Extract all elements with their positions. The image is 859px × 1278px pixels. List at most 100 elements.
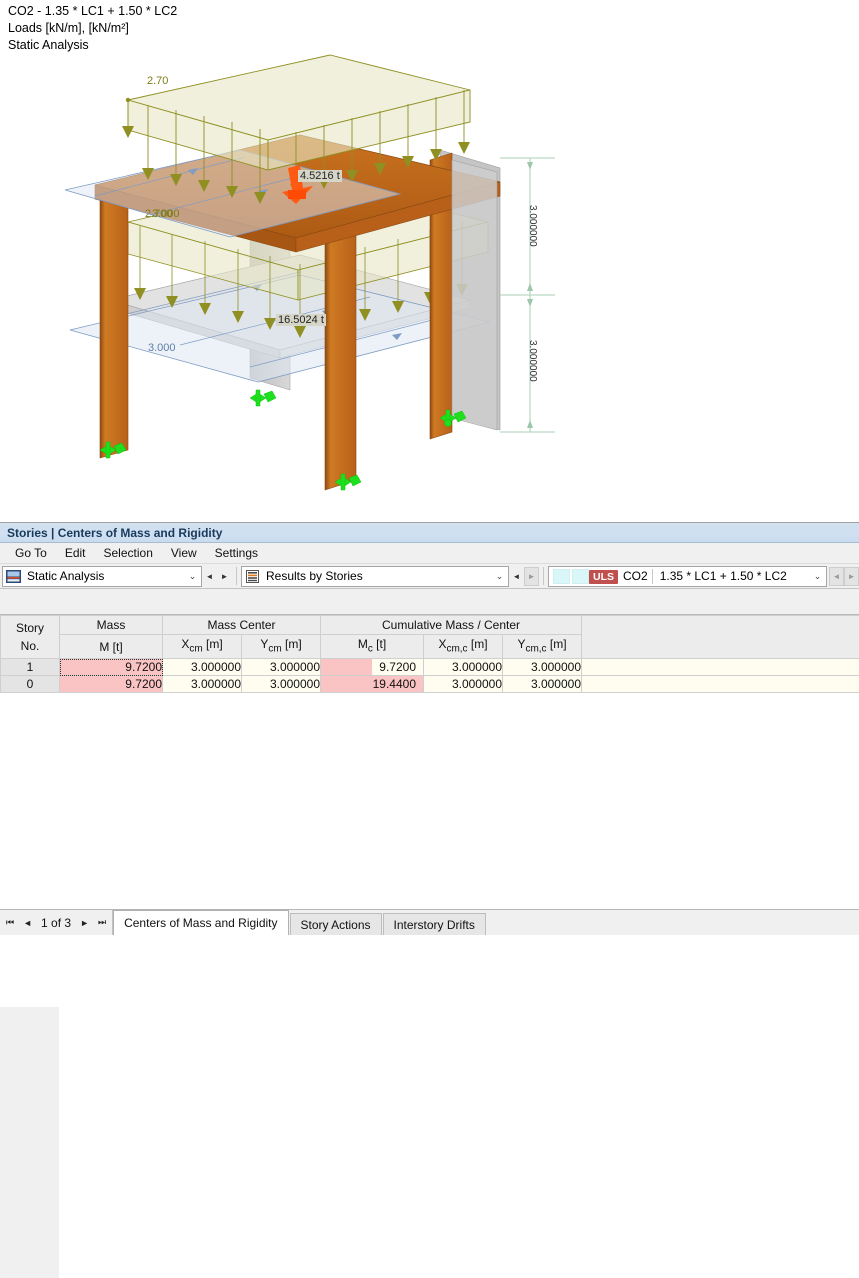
col-mc[interactable]: Mc [t] (321, 635, 424, 659)
cell-ycmc-r0[interactable]: 3.000000 (503, 676, 582, 693)
table-header: Story No. Mass Mass Center Cumulative Ma… (1, 616, 859, 659)
results-by-value: Results by Stories (262, 567, 491, 586)
load-case-swatches (549, 567, 589, 586)
next-record-button[interactable]: ► (80, 918, 89, 928)
col-story-line1: Story (1, 619, 59, 637)
cell-story-r1[interactable]: 1 (1, 659, 60, 676)
load-label-mid-2: 3.000 (152, 208, 180, 220)
results-table: Story No. Mass Mass Center Cumulative Ma… (0, 615, 859, 693)
col-xcm-unit: [m] (203, 637, 223, 651)
table-row[interactable]: 1 9.7200 3.000000 3.000000 9.7200 3.0000… (1, 659, 859, 676)
analysis-prev-button[interactable]: ◄ (202, 564, 217, 588)
case-prev-button[interactable]: ◄ (829, 567, 844, 586)
case-next-button[interactable]: ► (844, 567, 859, 586)
col-xcmc[interactable]: Xcm,c [m] (424, 635, 503, 659)
col-ycm-sub: cm (268, 643, 281, 654)
tab-story-actions[interactable]: Story Actions (290, 913, 382, 935)
col-xcm-sub: cm (189, 643, 202, 654)
chevron-down-icon-2[interactable]: ⌄ (491, 571, 508, 582)
col-spare[interactable] (582, 616, 859, 659)
cell-ycm-r1[interactable]: 3.000000 (242, 659, 321, 676)
results-panel: Stories | Centers of Mass and Rigidity G… (0, 522, 859, 935)
tab-interstory-drifts[interactable]: Interstory Drifts (383, 913, 486, 935)
first-record-button[interactable]: ⏮ (6, 917, 14, 928)
col-mc-sym: M (358, 637, 368, 651)
menu-item-view[interactable]: View (162, 544, 206, 563)
load-label-top: 2.70 (147, 75, 168, 87)
col-ycmc-sub: cm,c (525, 643, 546, 654)
panel-title: Stories | Centers of Mass and Rigidity (0, 523, 859, 543)
prev-record-button[interactable]: ◄ (23, 918, 32, 928)
toolbar-separator-2 (543, 567, 544, 585)
analysis-type-combo[interactable]: Static Analysis ⌄ (2, 566, 202, 587)
row-header-gutter (0, 1007, 59, 1278)
swatch-1 (553, 569, 570, 584)
force-value-low: 16.5024 t (276, 314, 326, 326)
cell-ycmc-r1[interactable]: 3.000000 (503, 659, 582, 676)
cell-story-r0[interactable]: 0 (1, 676, 60, 693)
results-prev-button[interactable]: ◄ (509, 564, 524, 588)
cell-mc-value-r0: 19.4400 (321, 676, 423, 692)
results-by-stories-icon (242, 567, 262, 586)
record-pager: ⏮ ◄ 1 of 3 ► ⏭ (0, 910, 113, 935)
col-xcm[interactable]: Xcm [m] (163, 635, 242, 659)
panel-menubar: Go To Edit Selection View Settings (0, 543, 859, 564)
toolbar-separator-1 (236, 567, 237, 585)
cell-mc-value-r1: 9.7200 (321, 659, 423, 675)
results-by-combo[interactable]: Results by Stories ⌄ (241, 566, 509, 587)
table-body: 1 9.7200 3.000000 3.000000 9.7200 3.0000… (1, 659, 859, 693)
results-next-button[interactable]: ► (524, 567, 539, 586)
results-table-container[interactable]: Story No. Mass Mass Center Cumulative Ma… (0, 614, 859, 914)
structure-3d-render (0, 0, 859, 522)
col-ycmc[interactable]: Ycm,c [m] (503, 635, 582, 659)
col-ycm[interactable]: Ycm [m] (242, 635, 321, 659)
cell-mc-r1[interactable]: 9.7200 (321, 659, 424, 676)
cell-xcm-r1[interactable]: 3.000000 (163, 659, 242, 676)
record-counter: 1 of 3 (41, 916, 71, 930)
table-header-group-row: Story No. Mass Mass Center Cumulative Ma… (1, 616, 859, 635)
cell-mass-r1[interactable]: 9.7200 (60, 659, 163, 676)
dimension-upper: 3.000000 (527, 205, 538, 247)
chevron-down-icon[interactable]: ⌄ (184, 571, 201, 582)
cell-xcmc-r0[interactable]: 3.000000 (424, 676, 503, 693)
dimension-lower: 3.000000 (527, 340, 538, 382)
load-label-low: 3.000 (148, 342, 176, 354)
model-viewport[interactable]: CO2 - 1.35 * LC1 + 1.50 * LC2 Loads [kN/… (0, 0, 859, 522)
load-case-formula: 1.35 * LC1 + 1.50 * LC2 (653, 567, 809, 586)
last-record-button[interactable]: ⏭ (98, 917, 106, 928)
cell-ycm-r0[interactable]: 3.000000 (242, 676, 321, 693)
load-case-combo[interactable]: ULS CO2 1.35 * LC1 + 1.50 * LC2 ⌄ (548, 566, 827, 587)
panel-toolbar: Static Analysis ⌄ ◄ ► Results by Stori (0, 564, 859, 589)
cell-xcm-r0[interactable]: 3.000000 (163, 676, 242, 693)
application-window: CO2 - 1.35 * LC1 + 1.50 * LC2 Loads [kN/… (0, 0, 859, 935)
uls-badge: ULS (589, 570, 618, 584)
col-story-no[interactable]: Story No. (1, 616, 60, 659)
col-group-mass-center[interactable]: Mass Center (163, 616, 321, 635)
col-mc-unit: [t] (373, 637, 386, 651)
menu-item-selection[interactable]: Selection (95, 544, 162, 563)
col-xcmc-sub: cm,c (446, 643, 467, 654)
col-group-mass[interactable]: Mass (60, 616, 163, 635)
chevron-down-icon-3[interactable]: ⌄ (809, 571, 826, 582)
col-ycmc-unit: [m] (547, 637, 567, 651)
table-row[interactable]: 0 9.7200 3.000000 3.000000 19.4400 3.000… (1, 676, 859, 693)
analysis-next-button[interactable]: ► (217, 564, 232, 588)
cell-mass-r0[interactable]: 9.7200 (60, 676, 163, 693)
cell-spare-r0[interactable] (582, 676, 859, 693)
load-case-code: CO2 (618, 567, 652, 586)
sheet-tab-bar: ⏮ ◄ 1 of 3 ► ⏭ Centers of Mass and Rigid… (0, 909, 859, 935)
menu-item-settings[interactable]: Settings (206, 544, 267, 563)
col-mass-unit[interactable]: M [t] (60, 635, 163, 659)
menu-item-goto[interactable]: Go To (6, 544, 56, 563)
col-story-line2: No. (1, 637, 59, 655)
analysis-type-value: Static Analysis (23, 567, 184, 586)
cell-xcmc-r1[interactable]: 3.000000 (424, 659, 503, 676)
static-analysis-icon (3, 567, 23, 586)
menu-item-edit[interactable]: Edit (56, 544, 95, 563)
col-xcmc-unit: [m] (468, 637, 488, 651)
cell-spare-r1[interactable] (582, 659, 859, 676)
tab-centers-of-mass-and-rigidity[interactable]: Centers of Mass and Rigidity (113, 910, 288, 935)
force-value-top: 4.5216 t (298, 170, 342, 182)
col-group-cumulative[interactable]: Cumulative Mass / Center (321, 616, 582, 635)
cell-mc-r0[interactable]: 19.4400 (321, 676, 424, 693)
